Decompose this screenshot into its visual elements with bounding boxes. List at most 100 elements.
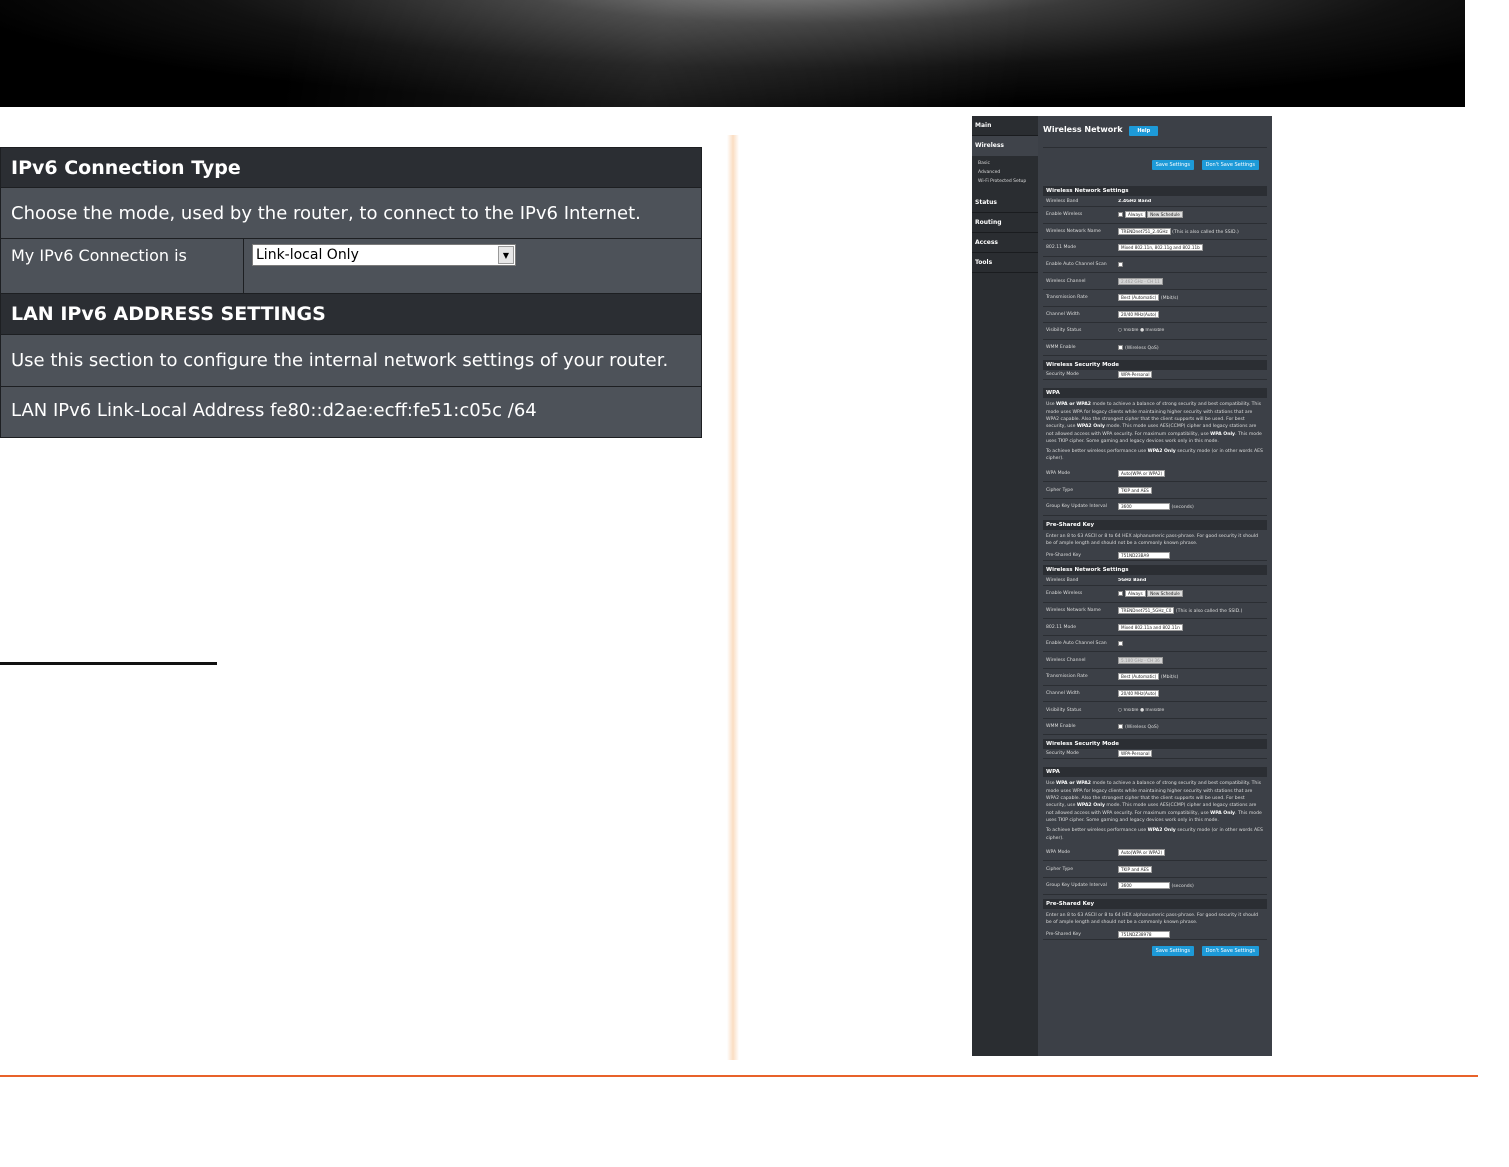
- visible-text: Visible: [1123, 328, 1139, 334]
- wmm-note: (Wireless QoS): [1125, 345, 1159, 351]
- wpa-mode-select[interactable]: Auto(WPA or WPA2): [1118, 849, 1166, 857]
- psk-input[interactable]: 751NDZ38978: [1118, 930, 1170, 938]
- ssid-note: (This is also called the SSID.): [1172, 229, 1239, 235]
- psk-input[interactable]: 751ND23BA9: [1118, 551, 1170, 559]
- wireless-network-settings-header: Wireless Network Settings: [1043, 565, 1267, 576]
- security-mode-header: Wireless Security Mode: [1043, 360, 1267, 371]
- gkui-input[interactable]: 3600: [1118, 503, 1170, 511]
- width-label: Channel Width: [1046, 311, 1080, 317]
- schedule-select[interactable]: Always: [1125, 590, 1146, 598]
- ipv6-connection-select-value: Link-local Only: [256, 247, 359, 263]
- auto-scan-label: Enable Auto Channel Scan: [1046, 641, 1107, 647]
- wpa-mode-select[interactable]: Auto(WPA or WPA2): [1118, 470, 1166, 478]
- footer-rule: [0, 1075, 1478, 1077]
- wpa-mode-label: WPA Mode: [1046, 471, 1071, 477]
- rate-unit: (Mbit/s): [1160, 675, 1179, 681]
- section-underline: [0, 662, 217, 665]
- invisible-text: Invisible: [1145, 707, 1165, 713]
- ssid-note: (This is also called the SSID.): [1175, 608, 1243, 614]
- cipher-label: Cipher Type: [1046, 487, 1074, 493]
- ipv6-settings-panel: IPv6 Connection Type Choose the mode, us…: [0, 147, 702, 438]
- header-banner: [0, 0, 1465, 107]
- enable-wireless-checkbox[interactable]: [1118, 591, 1123, 597]
- nav-access[interactable]: Access: [972, 233, 1038, 253]
- channel-label: Wireless Channel: [1046, 657, 1086, 663]
- wireless-band-value: 2.4GHz Band: [1118, 198, 1152, 204]
- security-mode-header: Wireless Security Mode: [1043, 739, 1267, 750]
- channel-label: Wireless Channel: [1046, 278, 1086, 284]
- cipher-select[interactable]: TKIP and AES: [1118, 865, 1152, 873]
- band-5-section: Wireless Network Settings Wireless Band 5…: [1043, 565, 1267, 941]
- wmm-label: WMM Enable: [1046, 724, 1076, 730]
- gkui-input[interactable]: 3600: [1118, 882, 1170, 890]
- wireless-band-label: Wireless Band: [1046, 577, 1079, 583]
- mode-label: 802.11 Mode: [1046, 624, 1077, 630]
- nav-wireless-basic[interactable]: Basic: [972, 160, 1038, 169]
- nav-tools[interactable]: Tools: [972, 253, 1038, 273]
- router-page-title: Wireless Network Help: [1043, 116, 1267, 148]
- psk-header: Pre-Shared Key: [1043, 898, 1267, 909]
- width-label: Channel Width: [1046, 690, 1080, 696]
- psk-header: Pre-Shared Key: [1043, 519, 1267, 530]
- router-title-text: Wireless Network: [1043, 125, 1123, 134]
- psk-label: Pre-Shared Key: [1046, 552, 1081, 558]
- nav-status[interactable]: Status: [972, 193, 1038, 213]
- auto-scan-checkbox[interactable]: [1118, 261, 1123, 267]
- page: IPv6 Connection Type Choose the mode, us…: [0, 0, 1509, 1167]
- ipv6-connection-description: Choose the mode, used by the router, to …: [1, 188, 701, 239]
- lan-ipv6-header: LAN IPv6 ADDRESS SETTINGS: [1, 294, 701, 335]
- wmm-checkbox[interactable]: [1118, 344, 1123, 350]
- ssid-input[interactable]: TRENDnet751_2.4GHz: [1118, 227, 1171, 235]
- network-name-label: Wireless Network Name: [1046, 607, 1101, 613]
- rate-select[interactable]: Best (Automatic): [1118, 294, 1160, 302]
- gkui-label: Group Key Update Interval: [1046, 504, 1107, 510]
- enable-wireless-checkbox[interactable]: [1118, 212, 1123, 218]
- rate-select[interactable]: Best (Automatic): [1118, 673, 1160, 681]
- security-mode-select[interactable]: WPA-Personal: [1118, 750, 1153, 758]
- ssid-input[interactable]: TRENDnet751_5GHz_C0: [1118, 606, 1175, 614]
- router-wireless-screenshot: Main Wireless Basic Advanced Wi-Fi Prote…: [972, 116, 1272, 1056]
- ipv6-connection-label: My IPv6 Connection is: [1, 239, 244, 293]
- auto-scan-checkbox[interactable]: [1118, 640, 1123, 646]
- nav-main[interactable]: Main: [972, 116, 1038, 136]
- bottom-save-bar: Save Settings Don't Save Settings: [1043, 940, 1267, 957]
- new-schedule-button[interactable]: New Schedule: [1147, 211, 1183, 219]
- invisible-text: Invisible: [1145, 328, 1165, 334]
- band-24-section: Wireless Network Settings Wireless Band 2…: [1043, 186, 1267, 562]
- save-settings-button[interactable]: Save Settings: [1151, 946, 1195, 957]
- wmm-label: WMM Enable: [1046, 345, 1076, 351]
- wmm-note: (Wireless QoS): [1125, 724, 1159, 730]
- gkui-label: Group Key Update Interval: [1046, 883, 1107, 889]
- width-select[interactable]: 20/40 MHz(Auto): [1118, 310, 1160, 318]
- nav-wireless-wps[interactable]: Wi-Fi Protected Setup: [972, 178, 1038, 187]
- dont-save-settings-button[interactable]: Don't Save Settings: [1201, 160, 1259, 170]
- channel-select[interactable]: 5.180 GHz - CH 36: [1118, 656, 1163, 664]
- nav-wireless-advanced[interactable]: Advanced: [972, 169, 1038, 178]
- visibility-label: Visibility Status: [1046, 707, 1082, 713]
- wpa-tip: To achieve better wireless performance u…: [1046, 449, 1263, 462]
- visible-text: Visible: [1123, 707, 1139, 713]
- width-select[interactable]: 20/40 MHz(Auto): [1118, 689, 1160, 697]
- ipv6-connection-select[interactable]: Link-local Only ▼: [252, 244, 516, 266]
- wpa-header: WPA: [1043, 767, 1267, 778]
- schedule-select[interactable]: Always: [1125, 211, 1146, 219]
- wmm-checkbox[interactable]: [1118, 723, 1123, 729]
- mode-select[interactable]: Mixed 802.11n, 802.11g and 802.11b: [1118, 244, 1203, 252]
- nav-routing[interactable]: Routing: [972, 213, 1038, 233]
- enable-wireless-label: Enable Wireless: [1046, 591, 1083, 597]
- save-settings-button[interactable]: Save Settings: [1151, 160, 1195, 170]
- mode-select[interactable]: Mixed 802.11a and 802.11n: [1118, 623, 1183, 631]
- psk-label: Pre-Shared Key: [1046, 931, 1081, 937]
- cipher-select[interactable]: TKIP and AES: [1118, 486, 1152, 494]
- help-button[interactable]: Help: [1129, 126, 1159, 136]
- wireless-network-settings-header: Wireless Network Settings: [1043, 186, 1267, 196]
- nav-wireless[interactable]: Wireless: [972, 136, 1038, 156]
- wpa-description: Use WPA or WPA2 mode to achieve a balanc…: [1046, 781, 1262, 823]
- new-schedule-button[interactable]: New Schedule: [1147, 590, 1183, 598]
- wpa-mode-label: WPA Mode: [1046, 850, 1071, 856]
- dont-save-settings-button[interactable]: Don't Save Settings: [1201, 946, 1259, 957]
- chevron-down-icon: ▼: [498, 246, 514, 264]
- security-mode-select[interactable]: WPA-Personal: [1118, 371, 1153, 379]
- channel-select[interactable]: 2.462 GHz - CH 11: [1118, 277, 1163, 285]
- enable-wireless-label: Enable Wireless: [1046, 212, 1083, 218]
